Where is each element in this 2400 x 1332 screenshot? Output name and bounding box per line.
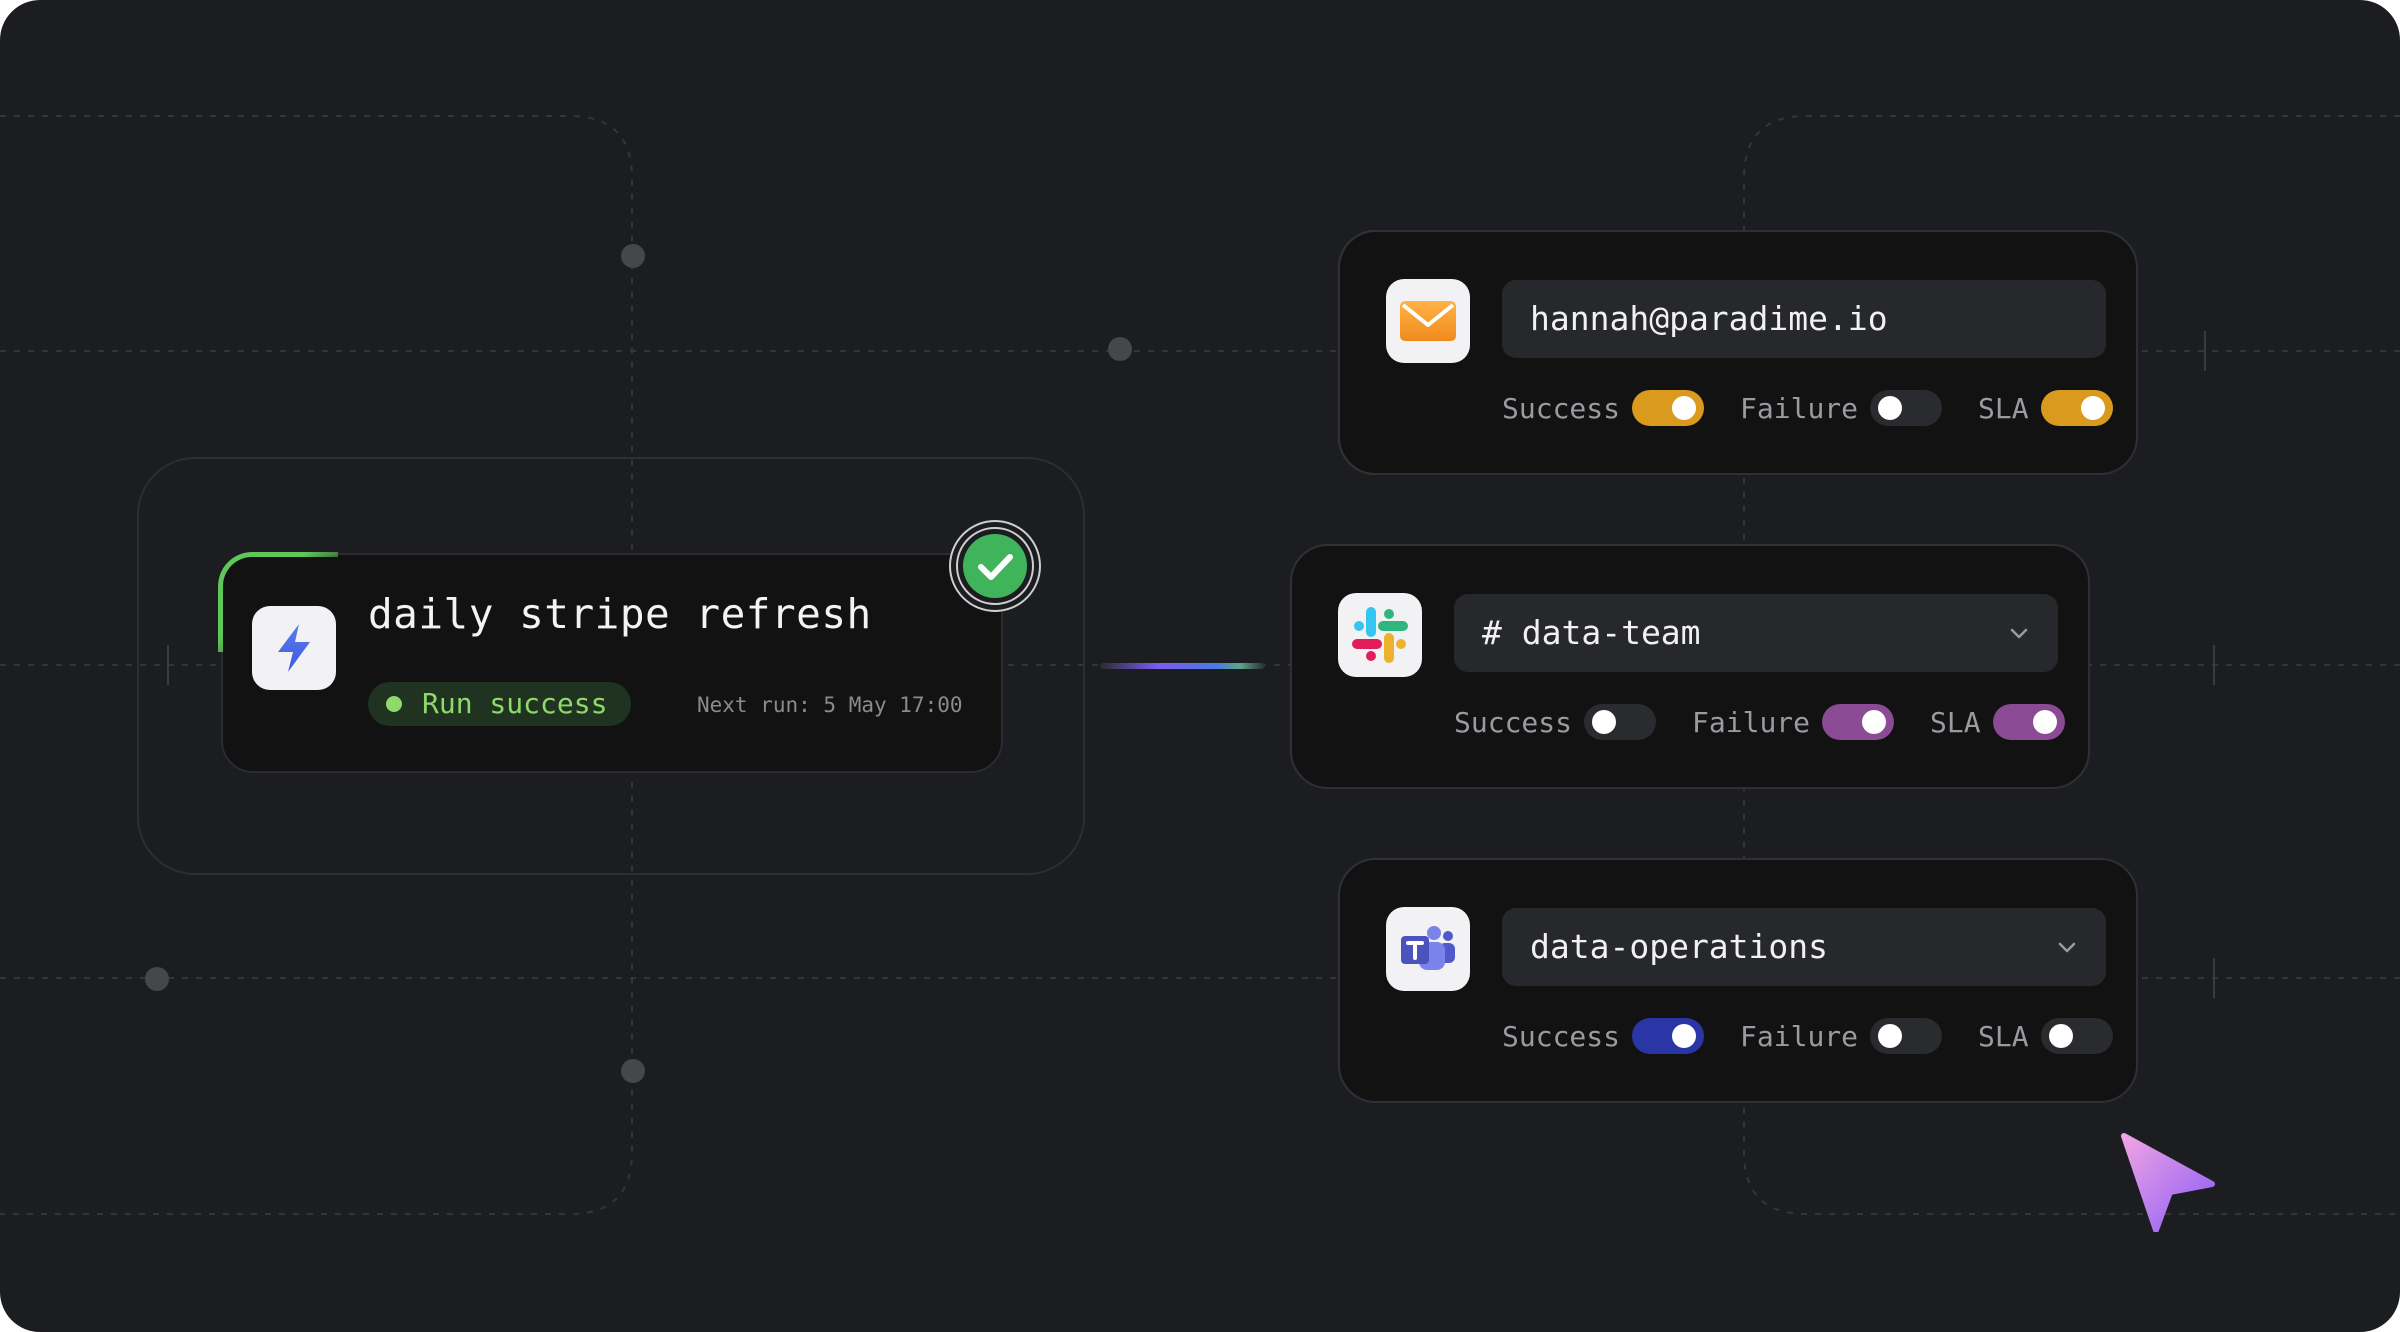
toggle-label-success: Success — [1502, 391, 1621, 425]
email-envelope-icon — [1400, 301, 1456, 341]
run-status-badge: Run success — [368, 682, 632, 726]
toggle-label-failure: Failure — [1692, 705, 1811, 739]
lightning-bolt-icon — [278, 624, 310, 672]
job-title: daily stripe refresh — [368, 590, 872, 638]
next-run-time: Next run: 5 May 17:00 — [697, 693, 963, 717]
node-dot — [621, 244, 645, 268]
run-status-label: Run success — [422, 687, 608, 720]
email-failure-toggle[interactable] — [1870, 390, 1943, 426]
email-address-value: hannah@paradime.io — [1530, 299, 1888, 338]
teams-failure-toggle[interactable] — [1870, 1018, 1943, 1054]
slack-logo-icon — [1352, 607, 1408, 663]
checkmark-icon — [949, 520, 1041, 612]
teams-success-toggle[interactable] — [1632, 1018, 1705, 1054]
email-toggle-row: Success Failure SLA — [1502, 390, 2113, 426]
mouse-pointer-icon — [2121, 1133, 2215, 1232]
email-icon-tile — [1386, 279, 1470, 363]
node-dot — [1108, 337, 1132, 361]
job-card[interactable] — [221, 553, 1003, 773]
status-dot — [386, 696, 402, 712]
toggle-label-failure: Failure — [1740, 1019, 1859, 1053]
toggle-label-sla: SLA — [1930, 705, 1981, 739]
workflow-canvas: daily stripe refresh Run success Next ru… — [0, 0, 2400, 1332]
connector-line — [1100, 663, 1265, 669]
teams-icon-tile — [1386, 907, 1470, 991]
email-address-input[interactable]: hannah@paradime.io — [1502, 280, 2106, 358]
slack-sla-toggle[interactable] — [1992, 704, 2065, 740]
job-icon-tile — [252, 606, 336, 690]
slack-icon-tile — [1338, 593, 1422, 677]
toggle-label-success: Success — [1454, 705, 1573, 739]
chevron-down-icon — [2010, 628, 2028, 639]
chevron-down-icon — [2058, 942, 2076, 953]
toggle-label-failure: Failure — [1740, 391, 1859, 425]
teams-toggle-row: Success Failure SLA — [1502, 1018, 2113, 1054]
slack-channel-value: # data-team — [1482, 613, 1701, 652]
microsoft-teams-icon — [1401, 926, 1455, 970]
slack-channel-select[interactable]: # data-team — [1454, 594, 2058, 672]
slack-success-toggle[interactable] — [1584, 704, 1657, 740]
toggle-label-sla: SLA — [1978, 1019, 2029, 1053]
teams-channel-select[interactable]: data-operations — [1502, 908, 2106, 986]
teams-sla-toggle[interactable] — [2040, 1018, 2113, 1054]
node-dot — [145, 967, 169, 991]
slack-toggle-row: Success Failure SLA — [1454, 704, 2065, 740]
node-dot — [621, 1059, 645, 1083]
toggle-label-sla: SLA — [1978, 391, 2029, 425]
email-success-toggle[interactable] — [1632, 390, 1705, 426]
email-sla-toggle[interactable] — [2040, 390, 2113, 426]
toggle-label-success: Success — [1502, 1019, 1621, 1053]
teams-channel-value: data-operations — [1530, 927, 1829, 966]
slack-failure-toggle[interactable] — [1822, 704, 1895, 740]
